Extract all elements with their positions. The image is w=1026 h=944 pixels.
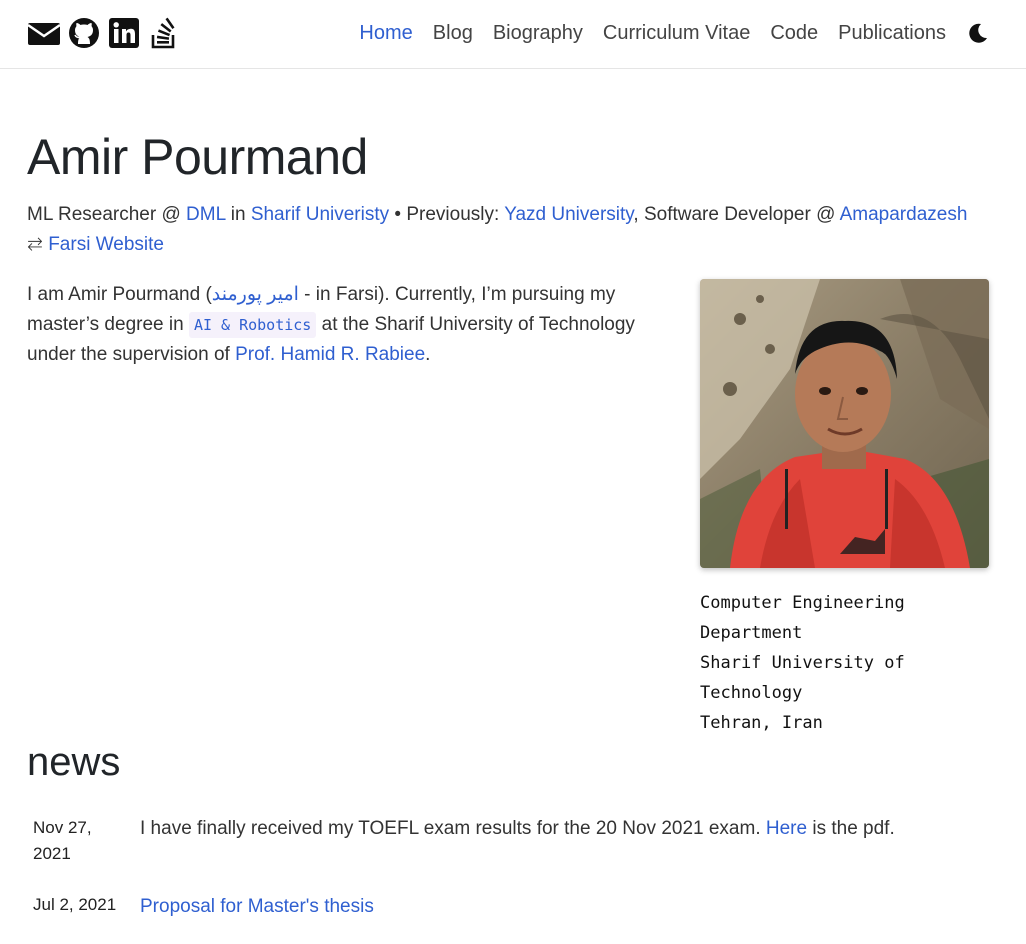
toefl-pdf-link[interactable]: Here [766,818,807,839]
supervisor-link[interactable]: Prof. Hamid R. Rabiee [235,344,425,365]
moon-icon[interactable] [967,22,989,44]
intro-text-1: I am Amir Pourmand ( [27,284,212,305]
address-line: Tehran, Iran [700,713,823,733]
github-icon[interactable] [67,17,101,49]
amapardazesh-link[interactable]: Amapardazesh [840,204,968,225]
news-text-tail: is the pdf. [807,818,895,839]
subtitle: ML Researcher @ DML in Sharif Univeristy… [27,200,1002,260]
swap-icon: ⇄ [27,234,43,255]
news-text-body: I have finally received my TOEFL exam re… [140,818,766,839]
social-links [27,17,181,49]
subtitle-previously: • Previously: [389,204,505,225]
subtitle-sep: , Software Developer @ [633,204,840,225]
profile-photo [700,279,989,568]
news-date: Jul 2, 2021 [33,892,128,918]
nav-blog[interactable]: Blog [433,22,473,45]
intro-text-4: . [425,344,431,365]
yazd-link[interactable]: Yazd University [504,204,633,225]
intro-paragraph: I am Amir Pourmand (امیر پورمند - in Far… [27,280,667,370]
farsi-name-link[interactable]: امیر پورمند [212,284,299,305]
page-title: Amir Pourmand [27,129,368,185]
news-text: I have finally received my TOEFL exam re… [140,816,1000,842]
thesis-proposal-link[interactable]: Proposal for Master's thesis [140,896,374,917]
news-date: Nov 27, 2021 [33,815,128,867]
news-text: Proposal for Master's thesis [140,894,1000,920]
navbar: Home Blog Biography Curriculum Vitae Cod… [0,0,1026,69]
nav-cv[interactable]: Curriculum Vitae [603,22,750,45]
farsi-website-link[interactable]: Farsi Website [48,234,164,255]
envelope-icon[interactable] [27,17,61,49]
stackoverflow-icon[interactable] [147,17,181,49]
sharif-link[interactable]: Sharif Univeristy [251,204,389,225]
news-heading: news [27,740,121,784]
nav-code[interactable]: Code [770,22,818,45]
subtitle-role: ML Researcher @ [27,204,187,225]
address-line: Technology [700,683,803,703]
program-code: AI & Robotics [188,312,317,338]
address-line: Sharif University of [700,653,905,673]
nav-home[interactable]: Home [359,22,412,45]
subtitle-in: in [225,204,251,225]
address-line: Computer Engineering [700,593,905,613]
address-line: Department [700,623,803,643]
news-date-line: Nov 27, [33,818,92,837]
nav-publications[interactable]: Publications [838,22,946,45]
address-block: Computer Engineering Department Sharif U… [700,588,1000,738]
nav-menu: Home Blog Biography Curriculum Vitae Cod… [359,22,946,45]
linkedin-icon[interactable] [107,17,141,49]
nav-biography[interactable]: Biography [493,22,583,45]
dml-link[interactable]: DML [186,204,225,225]
news-date-line: 2021 [33,844,71,863]
news-date-line: Jul 2, 2021 [33,895,117,914]
